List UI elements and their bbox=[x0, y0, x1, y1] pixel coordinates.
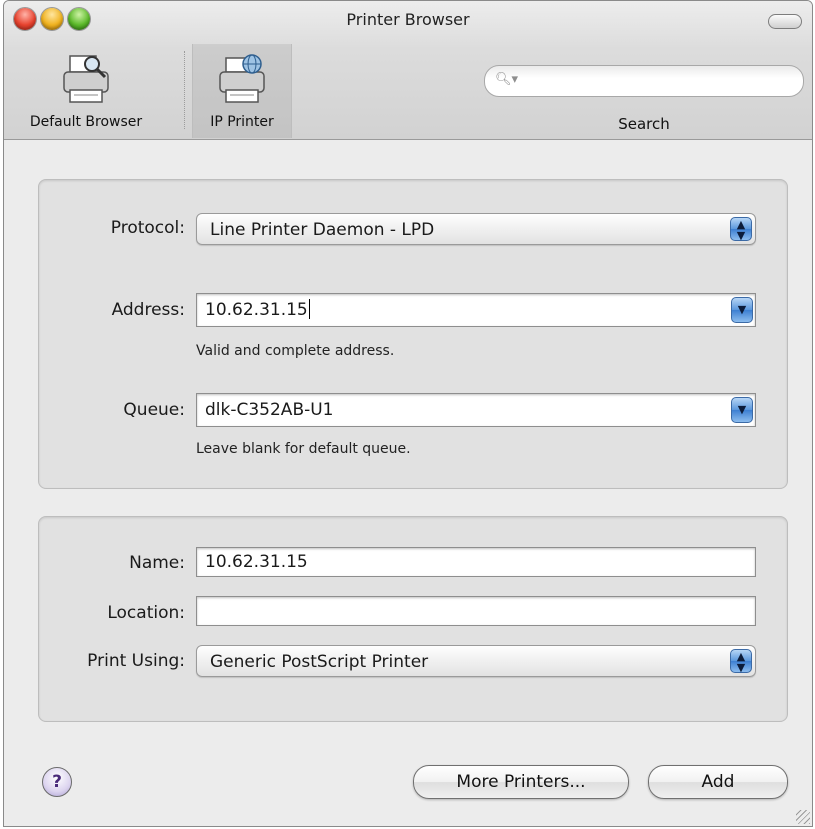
search-field[interactable]: 🔍︎▾ bbox=[484, 65, 804, 97]
ip-printer-tab[interactable]: IP Printer bbox=[192, 44, 292, 138]
location-field[interactable] bbox=[196, 596, 756, 626]
printer-info-group: Name: 10.62.31.15 Location: Print Using:… bbox=[38, 516, 788, 722]
ip-settings-group: Protocol: Line Printer Daemon - LPD ▲ ▼ A… bbox=[38, 179, 788, 489]
address-combobox[interactable]: 10.62.31.15 ▼ bbox=[196, 293, 756, 327]
name-field[interactable]: 10.62.31.15 bbox=[196, 547, 756, 577]
toolbar-separator bbox=[184, 51, 185, 129]
add-button[interactable]: Add bbox=[648, 765, 788, 799]
text-caret bbox=[308, 299, 310, 319]
chevron-down-icon[interactable]: ▼ bbox=[731, 397, 753, 423]
print-using-value: Generic PostScript Printer bbox=[210, 652, 429, 672]
name-label: Name: bbox=[129, 553, 185, 573]
location-label: Location: bbox=[107, 603, 185, 623]
resize-grip-icon[interactable] bbox=[796, 810, 810, 824]
chevron-down-icon[interactable]: ▼ bbox=[731, 297, 753, 323]
protocol-value: Line Printer Daemon - LPD bbox=[210, 220, 435, 240]
print-using-label: Print Using: bbox=[87, 651, 185, 671]
printer-globe-icon bbox=[214, 52, 270, 112]
help-button[interactable]: ? bbox=[42, 767, 72, 797]
popup-arrows-icon: ▲ ▼ bbox=[730, 217, 752, 241]
printer-browser-window: Printer Browser Default Browser IP Print… bbox=[3, 0, 813, 827]
title-toolbar-area: Printer Browser Default Browser IP Print… bbox=[4, 1, 812, 140]
print-using-popup[interactable]: Generic PostScript Printer ▲ ▼ bbox=[196, 645, 756, 677]
default-browser-label: Default Browser bbox=[29, 114, 143, 130]
protocol-label: Protocol: bbox=[110, 218, 185, 238]
search-label: Search bbox=[618, 115, 670, 133]
ip-printer-label: IP Printer bbox=[210, 114, 274, 130]
toolbar-toggle-button[interactable] bbox=[768, 14, 802, 29]
queue-label: Queue: bbox=[123, 400, 185, 420]
printer-magnifier-icon bbox=[58, 52, 114, 112]
queue-combobox[interactable]: dlk-C352AB-U1 ▼ bbox=[196, 393, 756, 427]
queue-hint: Leave blank for default queue. bbox=[196, 441, 411, 457]
default-browser-tab[interactable]: Default Browser bbox=[6, 44, 166, 138]
search-icon: 🔍︎▾ bbox=[495, 72, 519, 87]
queue-value: dlk-C352AB-U1 bbox=[205, 400, 334, 420]
address-label: Address: bbox=[111, 300, 185, 320]
window-title: Printer Browser bbox=[346, 10, 470, 29]
popup-arrows-icon: ▲ ▼ bbox=[730, 649, 752, 673]
address-value: 10.62.31.15 bbox=[205, 300, 308, 320]
address-hint: Valid and complete address. bbox=[196, 343, 395, 359]
protocol-popup[interactable]: Line Printer Daemon - LPD ▲ ▼ bbox=[196, 213, 756, 245]
more-printers-button[interactable]: More Printers... bbox=[413, 765, 629, 799]
